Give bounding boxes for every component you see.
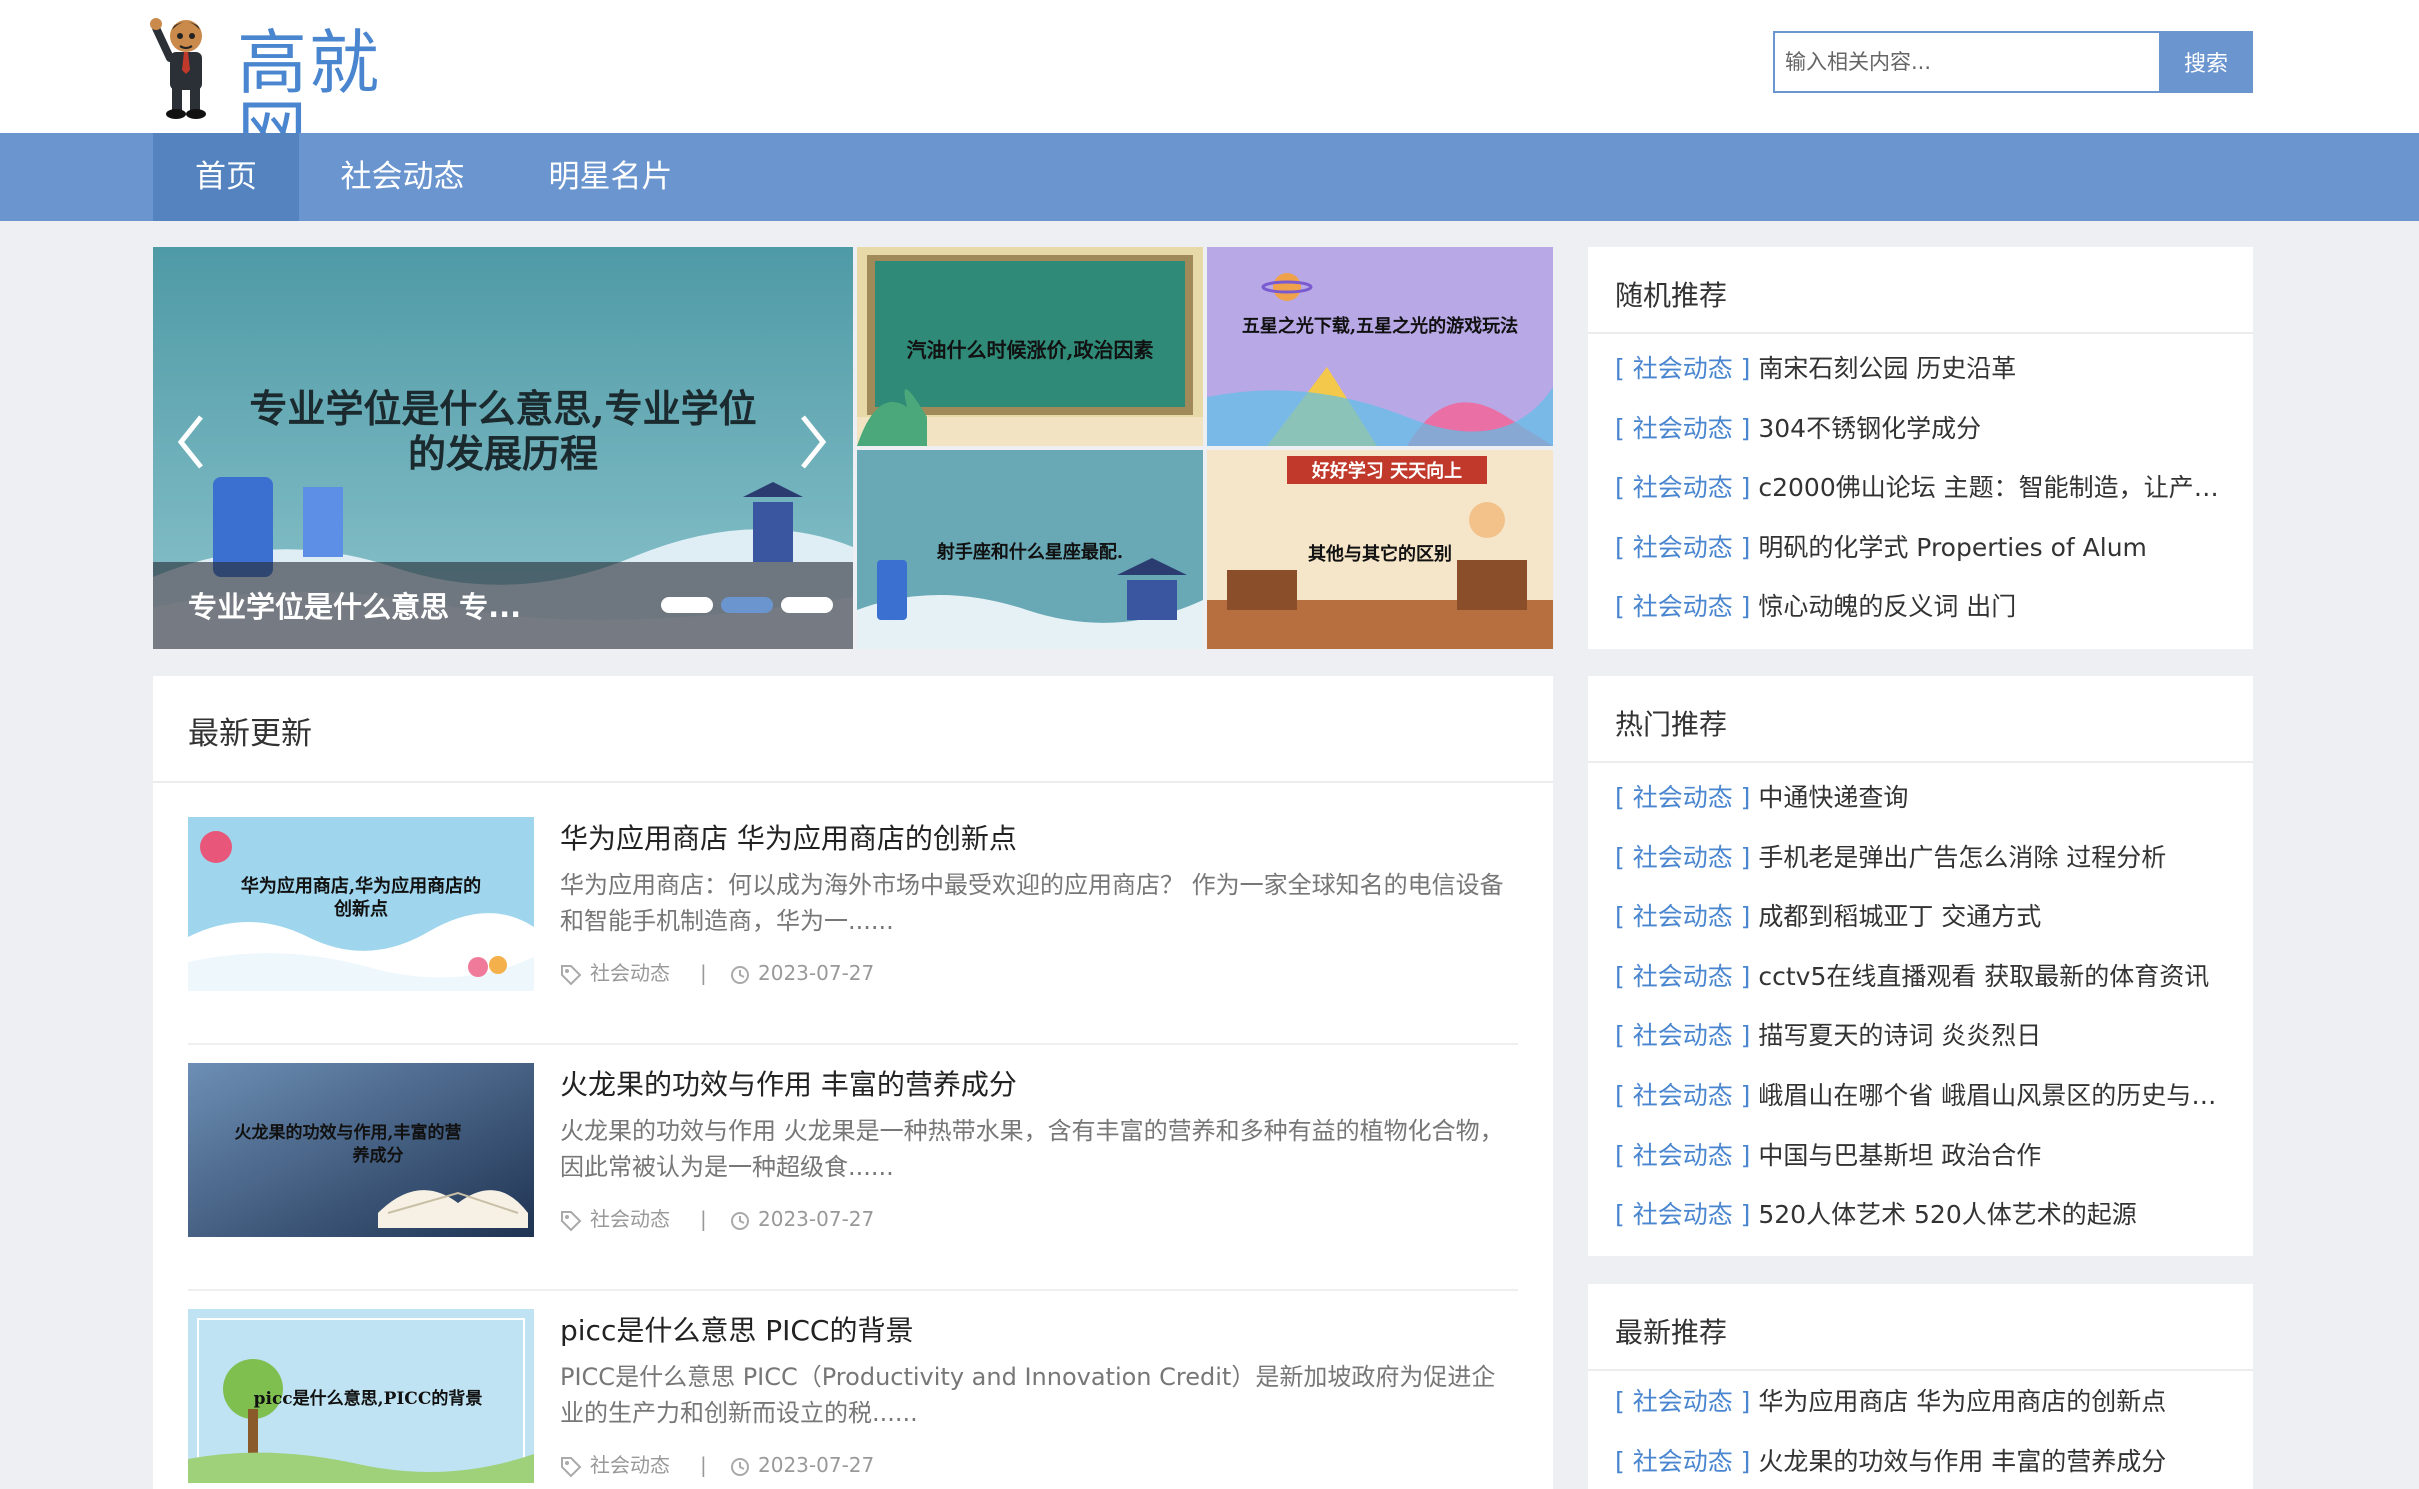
site-header: 高就网 搜索: [0, 0, 2419, 168]
list-item[interactable]: [ 社会动态 ] 手机老是弹出广告怎么消除 过程分析: [1615, 840, 2235, 900]
hot-recommend-panel: 热门推荐 [ 社会动态 ] 中通快递查询 [ 社会动态 ] 手机老是弹出广告怎么…: [1588, 676, 2253, 1256]
meta-divider: |: [700, 1207, 707, 1231]
divider: [188, 1043, 1518, 1045]
divider: [153, 781, 1553, 783]
article-date: 2023-07-27: [730, 958, 874, 988]
search-button[interactable]: 搜索: [2159, 31, 2253, 93]
slider-dot-active[interactable]: [721, 597, 773, 613]
svg-text:专业学位是什么意思,专业学位: 专业学位是什么意思,专业学位: [249, 386, 756, 431]
list-item[interactable]: [ 社会动态 ] 明矾的化学式 Properties of Alum: [1615, 530, 2235, 590]
nav-item-home[interactable]: 首页: [153, 133, 299, 221]
list-item[interactable]: [ 社会动态 ] 火龙果的功效与作用 丰富的营养成分: [1615, 1444, 2235, 1489]
latest-panel: 最新更新 华为应用商店,华为应用商店的 创新点 华为应用商店 华为应用商店的创新…: [153, 676, 1553, 1489]
article-title[interactable]: 火龙果的功效与作用 丰富的营养成分: [560, 1063, 1017, 1103]
article-item: 火龙果的功效与作用,丰富的营 养成分 火龙果的功效与作用 丰富的营养成分 火龙果…: [188, 1063, 1518, 1310]
slider-next-arrow-icon[interactable]: [793, 407, 833, 477]
list-item[interactable]: [ 社会动态 ] 成都到稻城亚丁 交通方式: [1615, 899, 2235, 959]
list-item[interactable]: [ 社会动态 ] c2000佛山论坛 主题：智能制造，让产业...: [1615, 470, 2235, 530]
hero-slider[interactable]: 专业学位是什么意思,专业学位 的发展历程 专业学位是什么意思 专...: [153, 247, 853, 649]
svg-text:华为应用商店,华为应用商店的: 华为应用商店,华为应用商店的: [241, 875, 481, 897]
thumb-text: 射手座和什么星座最配.: [936, 541, 1123, 563]
meta-divider: |: [700, 961, 707, 985]
section-title: 最新更新: [188, 716, 312, 752]
mascot-icon: [150, 18, 206, 119]
list-item[interactable]: [ 社会动态 ] 中国与巴基斯坦 政治合作: [1615, 1138, 2235, 1198]
list-item[interactable]: [ 社会动态 ] 华为应用商店 华为应用商店的创新点: [1615, 1384, 2235, 1444]
slide-caption[interactable]: 专业学位是什么意思 专...: [188, 584, 521, 626]
newest-list: [ 社会动态 ] 华为应用商店 华为应用商店的创新点 [ 社会动态 ] 火龙果的…: [1615, 1384, 2235, 1489]
article-category[interactable]: 社会动态: [560, 1450, 670, 1480]
list-item[interactable]: [ 社会动态 ] 中通快递查询: [1615, 780, 2235, 840]
svg-text:火龙果的功效与作用,丰富的营: 火龙果的功效与作用,丰富的营: [235, 1122, 462, 1143]
section-title: 最新推荐: [1615, 1316, 1728, 1349]
clock-icon: [731, 1457, 749, 1476]
tag-icon: [561, 1210, 582, 1231]
main-nav: 首页 社会动态 明星名片: [0, 133, 2419, 221]
divider: [1588, 761, 2253, 763]
search-input[interactable]: [1773, 31, 2159, 93]
slider-dot[interactable]: [781, 597, 833, 613]
svg-text:养成分: 养成分: [352, 1145, 404, 1166]
article-desc: 华为应用商店：何以成为海外市场中最受欢迎的应用商店？ 作为一家全球知名的电信设备…: [560, 871, 1504, 935]
random-recommend-panel: 随机推荐 [ 社会动态 ] 南宋石刻公园 历史沿革 [ 社会动态 ] 304不锈…: [1588, 247, 2253, 649]
svg-text:创新点: 创新点: [333, 898, 388, 920]
hot-list: [ 社会动态 ] 中通快递查询 [ 社会动态 ] 手机老是弹出广告怎么消除 过程…: [1615, 780, 2235, 1257]
random-list: [ 社会动态 ] 南宋石刻公园 历史沿革 [ 社会动态 ] 304不锈钢化学成分…: [1615, 351, 2235, 649]
thumb-text: 五星之光下载,五星之光的游戏玩法: [1242, 315, 1518, 337]
divider: [188, 1289, 1518, 1291]
search-form: 搜索: [1773, 31, 2253, 93]
divider: [1588, 1369, 2253, 1371]
article-desc: 火龙果的功效与作用 火龙果是一种热带水果，含有丰富的营养和多种有益的植物化合物，…: [560, 1117, 1504, 1181]
featured-thumb[interactable]: 射手座和什么星座最配.: [857, 450, 1203, 649]
clock-icon: [731, 1211, 749, 1230]
article-title[interactable]: 华为应用商店 华为应用商店的创新点: [560, 817, 1017, 857]
newest-recommend-panel: 最新推荐 [ 社会动态 ] 华为应用商店 华为应用商店的创新点 [ 社会动态 ]…: [1588, 1284, 2253, 1489]
article-item: 华为应用商店,华为应用商店的 创新点 华为应用商店 华为应用商店的创新点 华为应…: [188, 817, 1518, 1064]
slide-caption-bar: 专业学位是什么意思 专...: [153, 562, 853, 649]
nav-item-social[interactable]: 社会动态: [320, 133, 485, 221]
article-item: picc是什么意思,PICC的背景 picc是什么意思 PICC的背景 PICC…: [188, 1309, 1518, 1489]
svg-text:其他与其它的区别: 其他与其它的区别: [1308, 543, 1452, 565]
article-category[interactable]: 社会动态: [560, 1204, 670, 1234]
svg-text:picc是什么意思,PICC的背景: picc是什么意思,PICC的背景: [254, 1388, 483, 1409]
section-title: 热门推荐: [1615, 708, 1728, 741]
divider: [1588, 332, 2253, 334]
slider-dot[interactable]: [661, 597, 713, 613]
list-item[interactable]: [ 社会动态 ] 惊心动魄的反义词 出门: [1615, 589, 2235, 649]
article-date: 2023-07-27: [730, 1204, 874, 1234]
list-item[interactable]: [ 社会动态 ] 峨眉山在哪个省 峨眉山风景区的历史与名胜: [1615, 1078, 2235, 1138]
article-thumbnail[interactable]: 火龙果的功效与作用,丰富的营 养成分: [188, 1063, 534, 1237]
featured-thumb[interactable]: 五星之光下载,五星之光的游戏玩法: [1207, 247, 1553, 446]
article-thumbnail[interactable]: 华为应用商店,华为应用商店的 创新点: [188, 817, 534, 991]
nav-item-stars[interactable]: 明星名片: [528, 133, 693, 221]
tag-icon: [561, 964, 582, 985]
list-item[interactable]: [ 社会动态 ] 描写夏天的诗词 炎炎烈日: [1615, 1018, 2235, 1078]
thumb-text: 汽油什么时候涨价,政治因素: [907, 338, 1154, 362]
article-desc: PICC是什么意思 PICC（Productivity and Innovati…: [560, 1363, 1496, 1427]
article-title[interactable]: picc是什么意思 PICC的背景: [560, 1309, 914, 1349]
featured-thumb[interactable]: 好好学习 天天向上 其他与其它的区别: [1207, 450, 1553, 649]
list-item[interactable]: [ 社会动态 ] cctv5在线直播观看 获取最新的体育资讯: [1615, 959, 2235, 1019]
slider-prev-arrow-icon[interactable]: [171, 407, 211, 477]
list-item[interactable]: [ 社会动态 ] 南宋石刻公园 历史沿革: [1615, 351, 2235, 411]
section-title: 随机推荐: [1615, 279, 1728, 312]
site-logo[interactable]: 高就网: [150, 8, 450, 168]
featured-thumb[interactable]: 汽油什么时候涨价,政治因素: [857, 247, 1203, 446]
clock-icon: [731, 965, 749, 984]
list-item[interactable]: [ 社会动态 ] 520人体艺术 520人体艺术的起源: [1615, 1197, 2235, 1257]
meta-divider: |: [700, 1453, 707, 1477]
article-date: 2023-07-27: [730, 1450, 874, 1480]
article-category[interactable]: 社会动态: [560, 958, 670, 988]
article-thumbnail[interactable]: picc是什么意思,PICC的背景: [188, 1309, 534, 1483]
svg-text:的发展历程: 的发展历程: [408, 431, 598, 476]
tag-icon: [561, 1456, 582, 1477]
svg-text:好好学习 天天向上: 好好学习 天天向上: [1311, 460, 1462, 482]
list-item[interactable]: [ 社会动态 ] 304不锈钢化学成分: [1615, 411, 2235, 471]
